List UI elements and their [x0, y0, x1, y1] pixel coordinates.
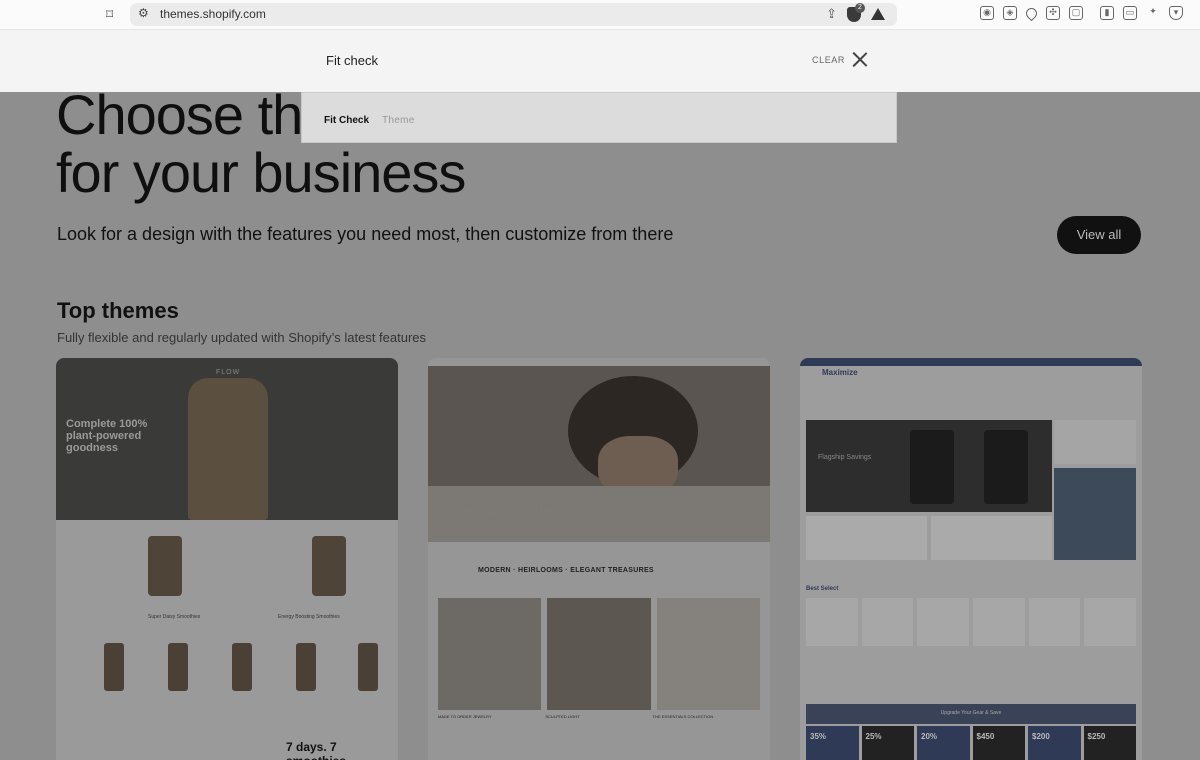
location-pin-icon[interactable] [1023, 5, 1040, 21]
product-grid [56, 633, 398, 713]
deal-tile: 35% [806, 726, 859, 760]
top-themes-title: Top themes [57, 298, 179, 323]
theme-preview-hero: EVERYDAY LUXURY [428, 366, 770, 542]
product-image [806, 598, 858, 646]
collection-label: THE ESSENTIALS COLLECTION [652, 714, 714, 719]
theme-card-flow[interactable]: FLOW Complete 100% plant-powered goodnes… [56, 358, 398, 760]
product-caption: Super Daisy Smoothies [148, 614, 201, 620]
banner-text: Flagship Savings [818, 454, 872, 461]
top-themes-subtitle: Fully flexible and regularly updated wit… [57, 330, 427, 345]
shield-icon[interactable]: 2 [847, 2, 865, 22]
theme-tagline: 7 days. 7 smoothies. [286, 740, 349, 760]
product-image [917, 598, 970, 646]
product-image [1028, 598, 1081, 646]
theme-card-luxury[interactable]: EVERYDAY LUXURY MODERN · HEIRLOOMS · ELE… [428, 358, 770, 760]
vpn-shield-icon[interactable]: ▾ [1169, 6, 1183, 20]
hero-subtitle: Look for a design with the features you … [57, 224, 674, 244]
promo-tiles [806, 516, 1052, 560]
theme-logo: Maximize [822, 368, 858, 377]
search-overlay: Fit check CLEAR [0, 31, 1200, 92]
clear-button[interactable]: CLEAR [812, 55, 845, 65]
view-all-button[interactable]: View all [1057, 216, 1141, 254]
bookmark-icon[interactable]: ⌑ [106, 6, 120, 22]
collection-label: MADE TO ORDER JEWELRY [438, 714, 492, 719]
theme-card-maximize[interactable]: Maximize Flagship Savings Best Select Up… [800, 358, 1142, 760]
puzzle-icon[interactable]: ✣ [1046, 6, 1060, 20]
wallet-icon[interactable]: ▭ [1123, 6, 1137, 20]
suggestion-type: Theme [382, 115, 415, 126]
close-icon[interactable] [852, 52, 867, 67]
promo-banner: Flagship Savings [806, 420, 1052, 512]
speaker-image [910, 430, 954, 504]
product-image [312, 536, 346, 596]
theme-headline: Complete 100% plant-powered goodness [66, 418, 148, 454]
search-suggestions: Fit Check Theme [301, 92, 897, 143]
best-select-heading: Best Select [806, 586, 839, 592]
suggestion-match[interactable]: Fit Check [324, 115, 369, 126]
search-input[interactable]: Fit check [326, 53, 378, 68]
product-image [168, 643, 188, 691]
browser-toolbar: ⌑ ⚙ themes.shopify.com ⇪ 2 ◉ ◈ ✣ ▢ ▮ ▭ ✦… [0, 0, 1200, 30]
sparkle-icon[interactable]: ✦ [1146, 6, 1160, 20]
product-image [1084, 598, 1137, 646]
sidebar-icon[interactable]: ▮ [1100, 6, 1114, 20]
shield-count: 2 [855, 2, 865, 13]
deal-tile: 25% [861, 726, 914, 760]
announcement-bar [800, 358, 1142, 366]
product-image [358, 643, 378, 691]
product-image [861, 598, 914, 646]
side-promo [1054, 420, 1136, 464]
product-feature-row: Super Daisy Smoothies Energy Boosting Sm… [56, 524, 398, 620]
url-text: themes.shopify.com [160, 7, 266, 21]
collection-labels: MADE TO ORDER JEWELRY SCULPTED LIGHT THE… [438, 714, 760, 719]
product-image [148, 536, 182, 596]
collection-image [547, 598, 651, 710]
product-image [232, 643, 252, 691]
promo-tile [931, 516, 1052, 560]
hero-text: EVERYDAY LUXURY [440, 506, 562, 518]
theme-preview-hero: FLOW Complete 100% plant-powered goodnes… [56, 358, 398, 520]
upgrade-strip: Upgrade Your Gear & Save [806, 704, 1136, 724]
speaker-image [984, 430, 1028, 504]
share-icon[interactable]: ⇪ [826, 6, 837, 22]
theme-brand: FLOW [216, 369, 241, 376]
deal-tile: $450 [972, 726, 1025, 760]
rewards-icon[interactable] [871, 8, 885, 20]
product-image [296, 643, 316, 691]
extension-icons: ◉ ◈ ✣ ▢ ▮ ▭ ✦ ▾ [980, 5, 1183, 21]
address-bar[interactable]: ⚙ themes.shopify.com ⇪ 2 [130, 2, 897, 26]
product-grid [806, 598, 1137, 646]
product-image [973, 598, 1025, 646]
product-image [104, 643, 124, 691]
collection-label: SCULPTED LIGHT [545, 714, 580, 719]
extension-icon[interactable]: ◈ [1003, 6, 1017, 20]
deal-tile: $200 [1028, 726, 1081, 760]
strip-text: Upgrade Your Gear & Save [940, 710, 1002, 716]
side-promo [1054, 468, 1136, 560]
bottle-image [188, 378, 268, 520]
page-backdrop: Choose th for your business Look for a d… [0, 92, 1200, 760]
deal-tile: $250 [1083, 726, 1136, 760]
collection-image [656, 598, 760, 710]
camera-icon[interactable]: ◉ [980, 6, 994, 20]
collection-tiles [438, 598, 760, 710]
collection-words: MODERN · HEIRLOOMS · ELEGANT TREASURES [478, 567, 654, 574]
hero-title-line2: for your business [56, 141, 466, 204]
promo-tile [806, 516, 927, 560]
collection-image [438, 598, 542, 710]
deal-tile: 20% [917, 726, 970, 760]
reader-icon[interactable]: ▢ [1069, 6, 1083, 20]
site-settings-icon[interactable]: ⚙ [138, 6, 149, 20]
product-caption: Energy Boosting Smoothies [278, 614, 340, 620]
deal-tiles: 35% 25% 20% $450 $200 $250 [806, 726, 1136, 760]
